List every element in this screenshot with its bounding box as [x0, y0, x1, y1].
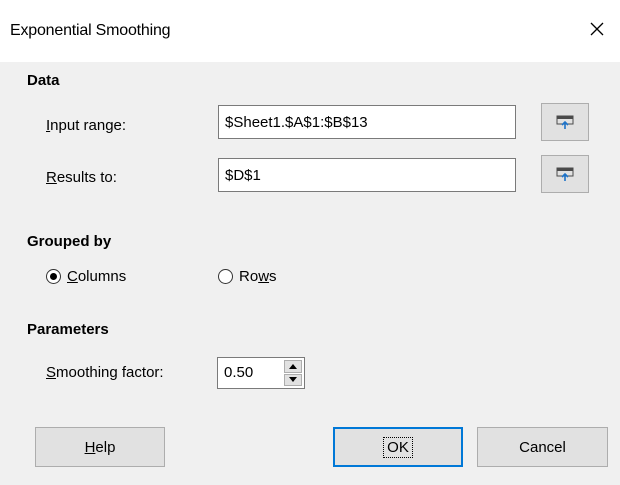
- chevron-down-icon: [289, 377, 297, 383]
- shrink-dialog-icon: [556, 167, 574, 181]
- close-button[interactable]: [582, 14, 612, 44]
- grouped-by-heading: Grouped by: [27, 233, 112, 250]
- cancel-label: Cancel: [519, 438, 566, 456]
- input-range-field[interactable]: $Sheet1.$A$1:$B$13: [218, 105, 516, 139]
- input-range-value: $Sheet1.$A$1:$B$13: [225, 113, 368, 131]
- input-range-label: Input range:: [46, 117, 127, 134]
- title-bar: Exponential Smoothing: [0, 0, 620, 62]
- input-range-shrink-button[interactable]: [541, 103, 589, 141]
- rows-label: Rows: [239, 268, 277, 285]
- radio-unselected-icon: [218, 269, 233, 284]
- spin-buttons: [284, 360, 302, 386]
- results-to-value: $D$1: [225, 166, 261, 184]
- smoothing-factor-value: 0.50: [224, 364, 254, 381]
- columns-label: Columns: [67, 268, 127, 285]
- help-label: Help: [84, 438, 116, 456]
- radio-selected-icon: [46, 269, 61, 284]
- results-to-field[interactable]: $D$1: [218, 158, 516, 192]
- help-button[interactable]: Help: [35, 427, 165, 467]
- close-icon: [590, 22, 604, 36]
- ok-button[interactable]: OK: [333, 427, 463, 467]
- shrink-dialog-icon: [556, 115, 574, 129]
- smoothing-factor-spinbox[interactable]: 0.50: [217, 357, 305, 389]
- ok-label: OK: [383, 436, 413, 458]
- cancel-button[interactable]: Cancel: [477, 427, 608, 467]
- chevron-up-icon: [289, 363, 297, 369]
- spin-down-button[interactable]: [284, 373, 302, 386]
- parameters-heading: Parameters: [27, 321, 109, 338]
- spin-up-button[interactable]: [284, 360, 302, 373]
- data-heading: Data: [27, 72, 60, 89]
- results-to-shrink-button[interactable]: [541, 155, 589, 193]
- smoothing-factor-label: Smoothing factor:: [46, 364, 164, 381]
- window-title: Exponential Smoothing: [10, 22, 171, 39]
- results-to-label: Results to:: [46, 169, 117, 186]
- columns-radio[interactable]: Columns: [46, 268, 126, 285]
- rows-radio[interactable]: Rows: [218, 268, 277, 285]
